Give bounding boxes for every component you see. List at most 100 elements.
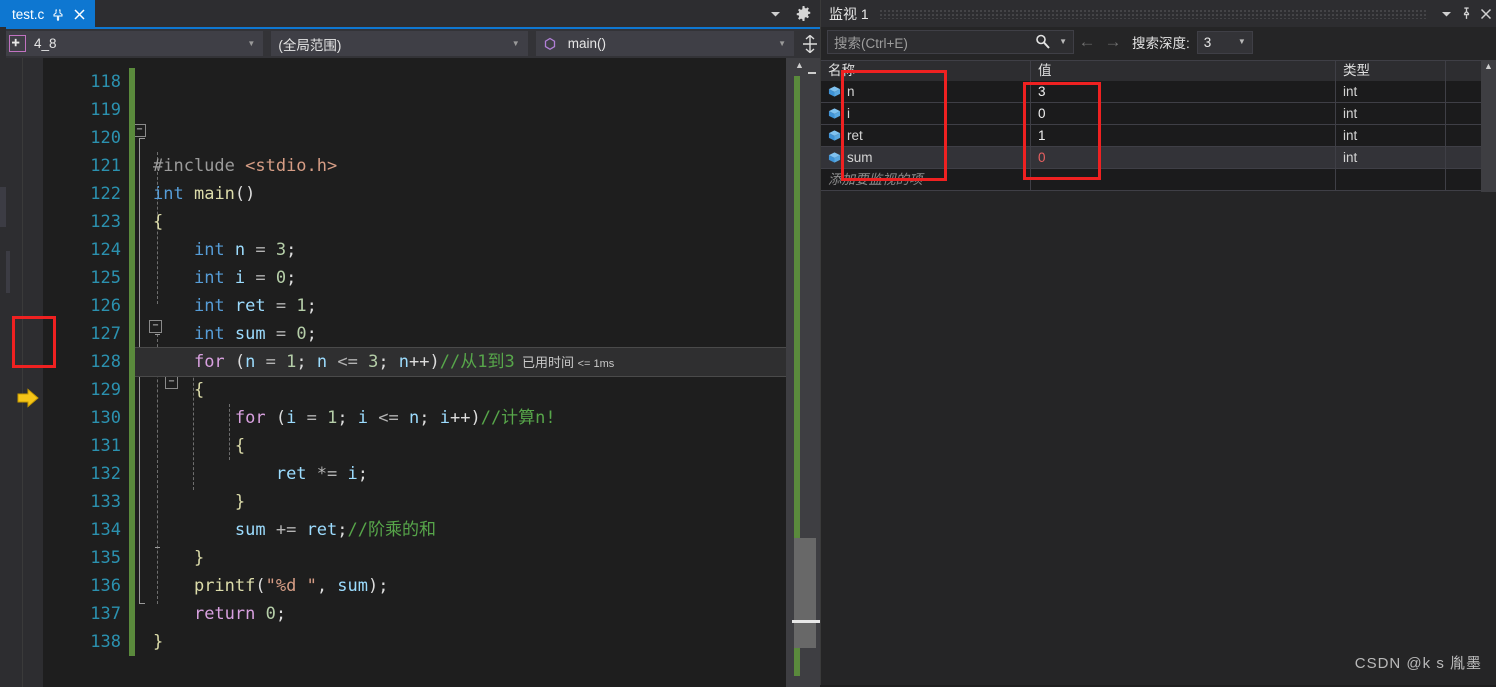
search-depth-selector[interactable]: 3 ▼: [1196, 30, 1253, 54]
code-line[interactable]: [135, 124, 820, 152]
code-token: i: [347, 464, 358, 484]
code-token: {: [193, 380, 205, 400]
gear-icon[interactable]: [795, 6, 811, 22]
code-line[interactable]: }: [135, 488, 820, 516]
code-token: ;: [337, 520, 348, 540]
code-line[interactable]: int main(): [135, 180, 820, 208]
code-line[interactable]: {: [135, 376, 820, 404]
code-line[interactable]: }: [135, 544, 820, 572]
watch-value-label: 0: [1038, 106, 1046, 121]
watch-grid: 名称 值 类型 n 3 int i 0 int ret 1 int sum 0 int 添加要监视的项: [821, 60, 1496, 191]
column-header-value[interactable]: 值: [1031, 61, 1336, 81]
chevron-down-icon[interactable]: [767, 6, 783, 22]
project-selector[interactable]: 4_8 ▼: [4, 31, 264, 56]
watch-name-label: i: [847, 106, 850, 121]
pin-icon[interactable]: [1456, 4, 1476, 24]
chevron-down-icon[interactable]: ▼: [512, 32, 520, 55]
editor-left-edge: [0, 27, 6, 685]
split-view-icon[interactable]: [800, 34, 820, 53]
table-row[interactable]: i 0 int: [821, 103, 1496, 125]
code-line[interactable]: {: [135, 432, 820, 460]
line-number: 131: [90, 436, 121, 456]
code-line[interactable]: int n = 3;: [135, 236, 820, 264]
arrow-left-icon[interactable]: ←: [1074, 32, 1100, 52]
code-token: n: [245, 352, 256, 372]
chevron-down-icon[interactable]: ▼: [247, 32, 255, 55]
code-line[interactable]: {: [135, 208, 820, 236]
table-row[interactable]: sum 0 int: [821, 147, 1496, 169]
scroll-up-icon[interactable]: ▲: [795, 60, 804, 70]
code-token: (: [255, 576, 266, 596]
code-line[interactable]: #include <stdio.h>: [135, 152, 820, 180]
table-row[interactable]: ret 1 int: [821, 125, 1496, 147]
add-watch-placeholder[interactable]: 添加要监视的项: [821, 169, 1031, 190]
code-line[interactable]: printf("%d ", sum);: [135, 572, 820, 600]
watch-value-cell[interactable]: 1: [1031, 125, 1336, 146]
line-number: 136: [90, 576, 121, 596]
editor-tab-test-c[interactable]: test.c: [0, 0, 96, 28]
code-line[interactable]: sum += ret;//阶乘的和: [135, 516, 820, 544]
watch-value-cell[interactable]: 0: [1031, 147, 1336, 168]
close-icon[interactable]: [72, 8, 86, 22]
watch-name-cell[interactable]: n: [821, 81, 1031, 102]
arrow-right-icon[interactable]: →: [1100, 32, 1126, 52]
code-token: +=: [265, 520, 307, 540]
project-icon: [9, 35, 26, 52]
watch-name-cell[interactable]: sum: [821, 147, 1031, 168]
code-line[interactable]: int sum = 0;: [135, 320, 820, 348]
watch-value-cell[interactable]: 0: [1031, 103, 1336, 124]
close-icon[interactable]: [1476, 4, 1496, 24]
watch-name-cell[interactable]: ret: [821, 125, 1031, 146]
code-line[interactable]: return 0;: [135, 600, 820, 628]
code-token: }: [193, 548, 205, 568]
code-token: for: [234, 408, 266, 428]
watch-name-cell[interactable]: i: [821, 103, 1031, 124]
code-token: ++): [449, 408, 481, 428]
scope-selector[interactable]: (全局范围) ▼: [271, 31, 528, 56]
elapsed-time-annotation: 已用时间 <= 1ms: [514, 355, 615, 370]
search-options-chevron-down-icon[interactable]: ▼: [1059, 37, 1067, 46]
add-watch-type-cell[interactable]: [1336, 169, 1446, 190]
method-icon: [542, 36, 558, 52]
chevron-down-icon[interactable]: ▼: [1238, 37, 1246, 46]
chevron-down-icon[interactable]: ▼: [778, 32, 786, 55]
watch-name-label: sum: [847, 150, 873, 165]
column-header-type[interactable]: 类型: [1336, 61, 1446, 81]
pin-icon[interactable]: [51, 8, 65, 22]
line-number: 135: [90, 548, 121, 568]
watch-value-label: 1: [1038, 128, 1046, 143]
scrollbar-thumb[interactable]: [794, 538, 816, 648]
add-watch-value-cell[interactable]: [1031, 169, 1336, 190]
code-token: "%d ": [265, 576, 317, 596]
code-line[interactable]: int ret = 1;: [135, 292, 820, 320]
scroll-up-icon[interactable]: ▲: [1484, 61, 1493, 71]
line-number: 138: [90, 632, 121, 652]
table-row[interactable]: n 3 int: [821, 81, 1496, 103]
watch-vertical-scrollbar[interactable]: ▲: [1481, 60, 1496, 192]
chevron-down-icon[interactable]: [1436, 4, 1456, 24]
code-line[interactable]: [135, 96, 820, 124]
breakpoint-gutter[interactable]: [23, 58, 43, 687]
code-line[interactable]: for (i = 1; i <= n; i++)//计算n!: [135, 404, 820, 432]
code-token: sum: [234, 324, 266, 344]
code-token: (: [265, 408, 287, 428]
watch-value-cell[interactable]: 3: [1031, 81, 1336, 102]
code-line[interactable]: ret *= i;: [135, 460, 820, 488]
code-line[interactable]: }: [135, 628, 820, 656]
watch-add-row[interactable]: 添加要监视的项: [821, 169, 1496, 191]
code-line[interactable]: [135, 68, 820, 96]
code-token: ;: [378, 352, 399, 372]
search-input[interactable]: 搜索(Ctrl+E) ▼: [827, 30, 1074, 54]
column-header-name[interactable]: 名称: [821, 61, 1031, 81]
member-selector[interactable]: main() ▼: [535, 31, 795, 56]
code-text-area[interactable]: − − − #include <stdio.h> int main(){ int …: [135, 58, 820, 687]
line-number-column: 118 119 120 121 122 123 124 125 126 127 128 129 130 1…: [43, 58, 129, 687]
code-line[interactable]: int i = 0;: [135, 264, 820, 292]
magnifier-icon[interactable]: [1034, 33, 1051, 53]
search-placeholder: 搜索(Ctrl+E): [834, 36, 908, 51]
code-token: =: [265, 324, 297, 344]
editor-vertical-scrollbar[interactable]: ▲: [786, 58, 820, 687]
code-line-current[interactable]: for (n = 1; n <= 3; n++)//从1到3 已用时间 <= 1…: [135, 347, 815, 377]
